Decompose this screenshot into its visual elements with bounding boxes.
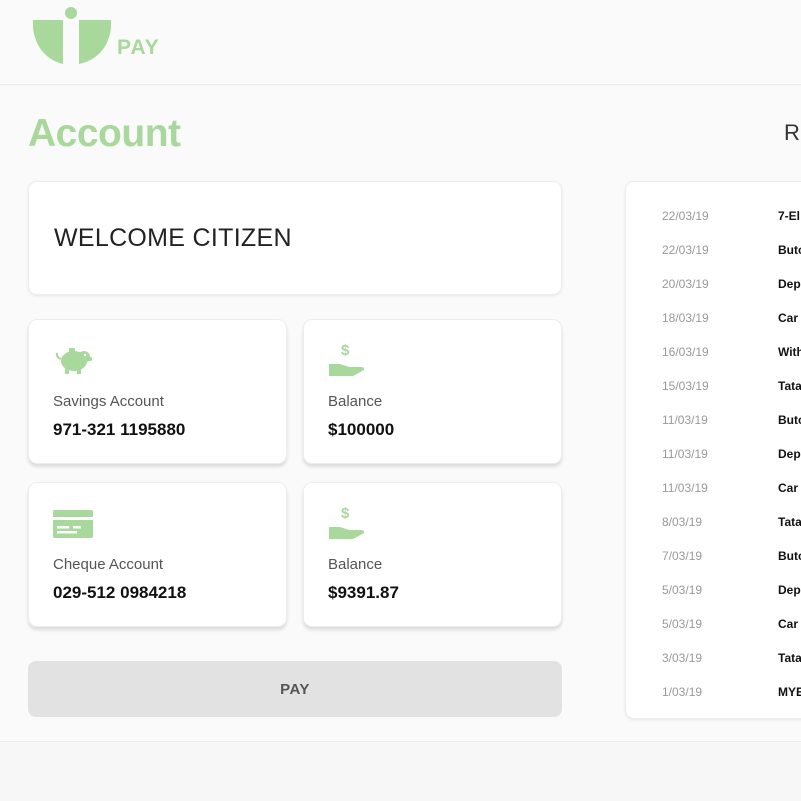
transaction-description: 7-El: [778, 209, 801, 223]
transaction-row[interactable]: 11/03/19 Butc: [626, 402, 801, 436]
transaction-date: 18/03/19: [662, 311, 709, 325]
transaction-date: 11/03/19: [662, 413, 708, 427]
svg-text:$: $: [341, 505, 350, 522]
logo-text: PAY: [117, 36, 160, 59]
savings-account-card[interactable]: Savings Account 971-321 1195880: [28, 319, 287, 464]
account-label: Savings Account: [53, 393, 164, 410]
transaction-description: With: [778, 345, 801, 359]
cheque-account-card[interactable]: Cheque Account 029-512 0984218: [28, 482, 287, 627]
balance-value: $100000: [328, 420, 395, 439]
transaction-description: Car: [778, 617, 799, 631]
recent-transactions-title: R: [784, 120, 800, 145]
transaction-date: 5/03/19: [662, 617, 703, 631]
transaction-date: 7/03/19: [662, 549, 703, 563]
cheque-card-icon: [53, 510, 93, 538]
savings-balance-card[interactable]: $ Balance $100000: [303, 319, 562, 464]
transaction-row[interactable]: 3/03/19 Tata: [626, 640, 801, 674]
transaction-description: Dep: [778, 447, 801, 461]
transaction-date: 3/03/19: [662, 651, 703, 665]
transaction-description: Tata: [778, 379, 801, 393]
transaction-row[interactable]: 11/03/19 Dep: [626, 436, 801, 470]
balance-value: $9391.87: [328, 583, 399, 602]
transaction-description: Dep: [778, 277, 801, 291]
transaction-row[interactable]: 15/03/19 Tata: [626, 368, 801, 402]
transaction-date: 8/03/19: [662, 515, 703, 529]
transaction-description: Car: [778, 311, 799, 325]
balance-label: Balance: [328, 393, 383, 410]
transaction-description: Butc: [778, 549, 801, 563]
svg-text:$: $: [341, 342, 350, 359]
hand-dollar-icon: $: [329, 505, 365, 539]
transaction-date: 22/03/19: [662, 243, 709, 257]
transaction-description: Tata: [778, 515, 801, 529]
transaction-date: 1/03/19: [662, 685, 703, 699]
transaction-row[interactable]: 1/03/19 MYE: [626, 674, 801, 708]
transaction-date: 16/03/19: [662, 345, 709, 359]
transaction-description: Dep: [778, 583, 801, 597]
transaction-description: MYE: [778, 685, 801, 699]
welcome-message: WELCOME CITIZEN: [54, 224, 292, 252]
transaction-row[interactable]: 7/03/19 Butc: [626, 538, 801, 572]
page-title: Account: [28, 112, 181, 155]
pay-button[interactable]: PAY: [28, 661, 562, 717]
transaction-description: Butc: [778, 243, 801, 257]
transaction-date: 20/03/19: [662, 277, 709, 291]
top-bar: PAY: [0, 0, 801, 85]
transaction-date: 11/03/19: [662, 481, 708, 495]
transaction-row[interactable]: 20/03/19 Dep: [626, 266, 801, 300]
account-number: 971-321 1195880: [53, 420, 186, 439]
account-label: Cheque Account: [53, 556, 164, 573]
transaction-date: 11/03/19: [662, 447, 708, 461]
transactions-panel: 22/03/19 7-El 22/03/19 Butc 20/03/19 Dep…: [625, 181, 801, 719]
transaction-row[interactable]: 5/03/19 Dep: [626, 572, 801, 606]
transaction-description: Car: [778, 481, 799, 495]
account-number: 029-512 0984218: [53, 583, 187, 602]
transaction-date: 5/03/19: [662, 583, 703, 597]
transaction-row[interactable]: 11/03/19 Car: [626, 470, 801, 504]
cheque-balance-card[interactable]: $ Balance $9391.87: [303, 482, 562, 627]
transaction-date: 22/03/19: [662, 209, 709, 223]
transaction-row[interactable]: 5/03/19 Car: [626, 606, 801, 640]
transaction-description: Tata: [778, 651, 801, 665]
transaction-date: 15/03/19: [662, 379, 709, 393]
welcome-card: WELCOME CITIZEN: [28, 181, 562, 295]
transaction-row[interactable]: 8/03/19 Tata: [626, 504, 801, 538]
transaction-description: Butc: [778, 413, 801, 427]
hand-dollar-icon: $: [329, 342, 365, 376]
main-content: Account R WELCOME CITIZEN Savings Accoun…: [0, 86, 801, 742]
transaction-row[interactable]: 18/03/19 Car: [626, 300, 801, 334]
transaction-row[interactable]: 16/03/19 With: [626, 334, 801, 368]
transaction-row[interactable]: 22/03/19 7-El: [626, 198, 801, 232]
piggy-bank-icon: [55, 348, 92, 374]
transaction-row[interactable]: 22/03/19 Butc: [626, 232, 801, 266]
balance-label: Balance: [328, 556, 383, 573]
